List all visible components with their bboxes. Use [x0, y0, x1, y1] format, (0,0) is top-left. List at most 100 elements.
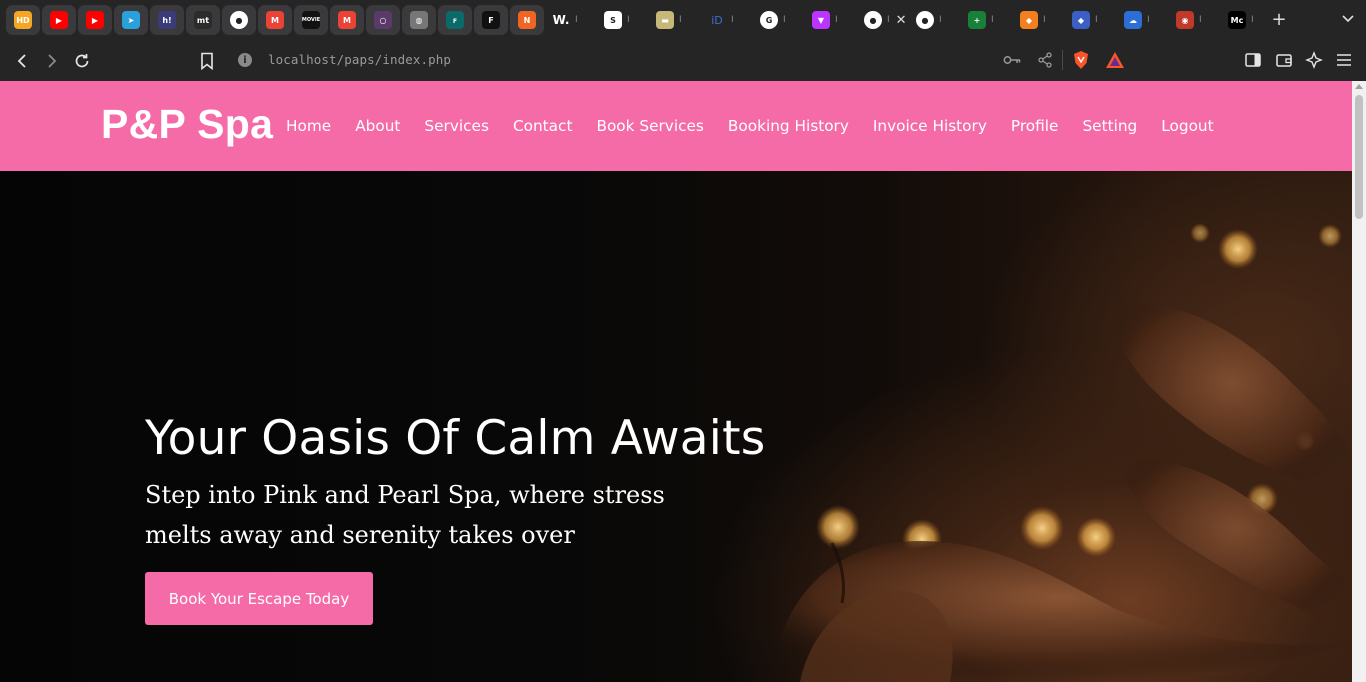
- browser-tab[interactable]: ▶: [42, 5, 76, 35]
- main-menu: Home About Services Contact Book Service…: [286, 81, 1238, 171]
- wallet-icon[interactable]: [1273, 49, 1295, 71]
- tab-title-fragment: I: [835, 15, 838, 25]
- browser-tab[interactable]: ▬ I: [650, 5, 700, 35]
- tab-title-fragment: I: [1147, 15, 1150, 25]
- tab-title-fragment: I: [731, 15, 734, 25]
- browser-tab[interactable]: ◆ I: [1066, 5, 1116, 35]
- web-page: P&P Spa Home About Services Contact Book…: [0, 81, 1352, 682]
- browser-tab[interactable]: N: [510, 5, 544, 35]
- globe-icon: ◍: [410, 11, 428, 29]
- hero-title: Your Oasis Of Calm Awaits: [145, 411, 766, 466]
- browser-tab[interactable]: HD: [6, 5, 40, 35]
- browser-tab[interactable]: ▶: [78, 5, 112, 35]
- nav-booking-history-link[interactable]: Booking History: [728, 117, 849, 135]
- gmail-icon: M: [266, 11, 284, 29]
- vite-icon: ▼: [812, 11, 830, 29]
- browser-tab[interactable]: ▼ I: [806, 5, 856, 35]
- nav-about-link[interactable]: About: [355, 117, 400, 135]
- brave-rewards-icon[interactable]: [1104, 49, 1126, 71]
- gmail-icon: M: [338, 11, 356, 29]
- scroll-up-arrow-icon[interactable]: [1355, 84, 1363, 89]
- brave-shields-icon[interactable]: [1070, 49, 1092, 71]
- youtube-icon: ▶: [50, 11, 68, 29]
- shield-icon: ◉: [1176, 11, 1194, 29]
- tab-title-fragment: I: [679, 15, 682, 25]
- book-escape-button[interactable]: Book Your Escape Today: [145, 572, 373, 625]
- google-icon: G: [760, 11, 778, 29]
- browser-tab[interactable]: SI: [598, 5, 648, 35]
- browser-tab[interactable]: iD I: [702, 5, 752, 35]
- url-text[interactable]: localhost/paps/index.php: [268, 52, 451, 67]
- close-tab-icon[interactable]: ✕: [896, 13, 907, 28]
- browser-tab[interactable]: ● I: [910, 5, 960, 35]
- browser-tab[interactable]: F: [474, 5, 508, 35]
- browser-tab-strip: HD ▶ ▶ ➤ h! mt ● M MOVIE M ○ ◍ ꜰ F N W. I S I ▬ IiD I G I ▼ I ● I ✕ ●…: [0, 0, 1366, 40]
- tab-title-fragment: I: [991, 15, 994, 25]
- tab-title-fragment: I: [575, 15, 578, 25]
- tab-title-fragment: I: [939, 15, 942, 25]
- id-icon: iD: [711, 13, 723, 27]
- leo-ai-icon[interactable]: [1303, 49, 1325, 71]
- address-bar[interactable]: i localhost/paps/index.php: [228, 45, 1134, 76]
- youtube-icon: ▶: [86, 11, 104, 29]
- key-icon[interactable]: [1001, 49, 1023, 71]
- tab-search-chevron-icon[interactable]: [1338, 8, 1358, 30]
- browser-tab[interactable]: mt: [186, 5, 220, 35]
- browser-tab[interactable]: ➤: [114, 5, 148, 35]
- nav-setting-link[interactable]: Setting: [1082, 117, 1137, 135]
- image-icon: ▬: [656, 11, 674, 29]
- github-icon: ●: [230, 11, 248, 29]
- browser-tab[interactable]: GI: [754, 5, 804, 35]
- site-info-icon[interactable]: i: [238, 53, 252, 67]
- reload-icon[interactable]: [70, 49, 94, 73]
- circle-icon: ○: [374, 11, 392, 29]
- nav-invoice-history-link[interactable]: Invoice History: [873, 117, 987, 135]
- browser-tab[interactable]: ● I ✕: [858, 5, 908, 35]
- nav-home-link[interactable]: Home: [286, 117, 331, 135]
- browser-tab[interactable]: M: [330, 5, 364, 35]
- toolbar-divider: [1062, 50, 1063, 70]
- page-scrollbar[interactable]: [1352, 81, 1366, 682]
- browser-tab[interactable]: ☁ I: [1118, 5, 1168, 35]
- browser-tab[interactable]: MOVIE: [294, 5, 328, 35]
- site-logo[interactable]: P&P Spa: [101, 101, 273, 148]
- chart-icon: N: [518, 11, 536, 29]
- cloud-icon: ☁: [1124, 11, 1142, 29]
- tab-title-fragment: I: [887, 15, 890, 25]
- browser-tab[interactable]: ●: [222, 5, 256, 35]
- browser-tab[interactable]: + I: [962, 5, 1012, 35]
- movie-icon: MOVIE: [302, 11, 320, 29]
- browser-tab[interactable]: h!: [150, 5, 184, 35]
- sidebar-icon[interactable]: [1242, 49, 1264, 71]
- nav-profile-link[interactable]: Profile: [1011, 117, 1059, 135]
- browser-tab[interactable]: M: [258, 5, 292, 35]
- hero-section: Your Oasis Of Calm Awaits Step into Pink…: [0, 171, 1352, 682]
- nav-book-services-link[interactable]: Book Services: [596, 117, 703, 135]
- browser-tab[interactable]: ◉ I: [1170, 5, 1220, 35]
- browser-tab[interactable]: ○: [366, 5, 400, 35]
- browser-tab[interactable]: ꜰ: [438, 5, 472, 35]
- github-icon: ●: [864, 11, 882, 29]
- tab-title-fragment: I: [1043, 15, 1046, 25]
- webflow-icon: W.: [552, 13, 570, 27]
- tab-title-fragment: I: [783, 15, 786, 25]
- nav-contact-link[interactable]: Contact: [513, 117, 573, 135]
- browser-tab[interactable]: Mc I: [1222, 5, 1272, 35]
- new-tab-button[interactable]: +: [1268, 8, 1290, 30]
- bookmark-icon: ꜰ: [446, 11, 464, 29]
- shape-icon: ◆: [1072, 11, 1090, 29]
- scrollbar-thumb[interactable]: [1355, 95, 1363, 219]
- tab-title-fragment: I: [627, 15, 630, 25]
- shape-icon: ◆: [1020, 11, 1038, 29]
- share-icon[interactable]: [1034, 49, 1056, 71]
- forward-icon[interactable]: [40, 49, 64, 73]
- tab-title-fragment: I: [1095, 15, 1098, 25]
- nav-services-link[interactable]: Services: [424, 117, 489, 135]
- bookmark-icon[interactable]: [195, 49, 219, 73]
- browser-tab[interactable]: ◍: [402, 5, 436, 35]
- browser-tab[interactable]: ◆ I: [1014, 5, 1064, 35]
- menu-icon[interactable]: [1333, 49, 1355, 71]
- back-icon[interactable]: [10, 49, 34, 73]
- nav-logout-link[interactable]: Logout: [1161, 117, 1213, 135]
- browser-tab[interactable]: W. I: [546, 5, 596, 35]
